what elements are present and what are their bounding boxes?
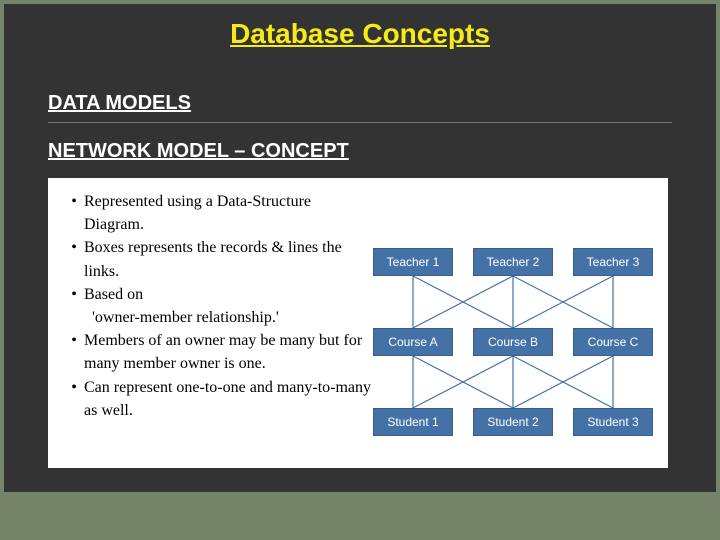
bullet-text: Represented using a Data-Structure Diagr… (84, 190, 374, 236)
slide-border-right (716, 0, 720, 540)
list-item: • Members of an owner may be many but fo… (64, 329, 374, 375)
node-student-2: Student 2 (473, 408, 553, 436)
section-heading: DATA MODELS (48, 92, 191, 115)
divider-line (48, 122, 672, 123)
bullet-dot: • (64, 376, 84, 422)
bullet-text: Boxes represents the records & lines the… (84, 236, 374, 282)
content-panel: • Represented using a Data-Structure Dia… (48, 178, 668, 468)
bullet-text: Members of an owner may be many but for … (84, 329, 374, 375)
node-student-1: Student 1 (373, 408, 453, 436)
slide-border-bottom (0, 492, 720, 540)
bullet-subtext: 'owner-member relationship.' (64, 306, 374, 329)
bullet-dot: • (64, 236, 84, 282)
slide-title: Database Concepts (0, 18, 720, 50)
bullet-text: Can represent one-to-one and many-to-man… (84, 376, 374, 422)
bullet-dot: • (64, 283, 84, 306)
bullet-list: • Represented using a Data-Structure Dia… (64, 190, 374, 422)
node-teacher-1: Teacher 1 (373, 248, 453, 276)
network-diagram: Teacher 1 Teacher 2 Teacher 3 Course A C… (368, 238, 658, 448)
node-course-b: Course B (473, 328, 553, 356)
bullet-dot: • (64, 190, 84, 236)
list-item: • Can represent one-to-one and many-to-m… (64, 376, 374, 422)
subsection-heading: NETWORK MODEL – CONCEPT (48, 140, 349, 163)
bullet-text: Based on (84, 283, 374, 306)
node-student-3: Student 3 (573, 408, 653, 436)
bullet-dot: • (64, 329, 84, 375)
node-teacher-2: Teacher 2 (473, 248, 553, 276)
list-item: • Boxes represents the records & lines t… (64, 236, 374, 282)
node-course-c: Course C (573, 328, 653, 356)
list-item: • Represented using a Data-Structure Dia… (64, 190, 374, 236)
slide-border-left (0, 0, 4, 540)
list-item: • Based on (64, 283, 374, 306)
node-course-a: Course A (373, 328, 453, 356)
slide-border-top (0, 0, 720, 4)
node-teacher-3: Teacher 3 (573, 248, 653, 276)
